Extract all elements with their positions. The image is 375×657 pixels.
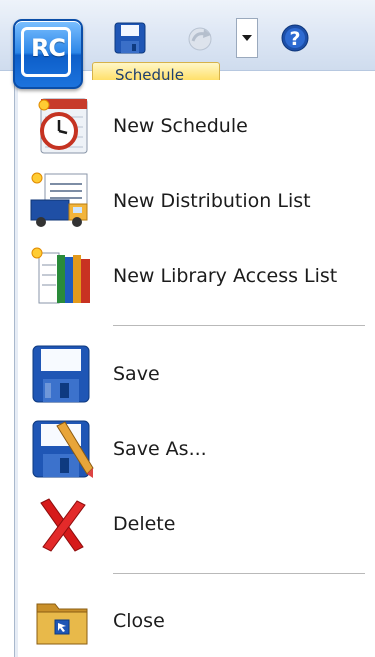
qat-save-icon[interactable] — [113, 22, 147, 54]
menu-item-label: Save As... — [113, 438, 207, 460]
application-button[interactable]: RC — [13, 19, 83, 89]
svg-text:?: ? — [289, 28, 300, 50]
application-menu: New Schedule New Distribution List New L… — [14, 80, 375, 657]
menu-item-label: Delete — [113, 513, 176, 535]
menu-item-label: Close — [113, 610, 165, 632]
tab-schedule[interactable]: Schedule — [92, 62, 220, 80]
menu-item-new-schedule[interactable]: New Schedule — [15, 91, 375, 161]
menu-item-new-distribution-list[interactable]: New Distribution List — [15, 166, 375, 236]
menu-item-close[interactable]: Close — [15, 586, 375, 656]
menu-item-save[interactable]: Save — [15, 339, 375, 409]
save-as-icon — [27, 418, 95, 480]
menu-item-label: New Distribution List — [113, 190, 311, 212]
menu-item-delete[interactable]: Delete — [15, 489, 375, 559]
close-folder-icon — [27, 590, 95, 652]
menu-separator — [113, 325, 365, 326]
save-icon — [27, 343, 95, 405]
menu-item-save-as[interactable]: Save As... — [15, 414, 375, 484]
new-library-access-list-icon — [27, 245, 95, 307]
customize-dropdown-button[interactable] — [236, 18, 258, 58]
tab-schedule-label: Schedule — [115, 66, 184, 80]
new-schedule-icon — [27, 95, 95, 157]
help-icon[interactable]: ? — [280, 22, 310, 54]
menu-item-new-library-access-list[interactable]: New Library Access List — [15, 241, 375, 311]
new-distribution-list-icon — [27, 170, 95, 232]
qat-redo-icon[interactable] — [184, 22, 218, 54]
app-logo-text: RC — [30, 34, 66, 62]
menu-separator — [113, 573, 365, 574]
menu-item-label: New Schedule — [113, 115, 248, 137]
menu-item-label: New Library Access List — [113, 265, 338, 287]
chevron-down-icon — [242, 35, 252, 41]
delete-icon — [27, 493, 95, 555]
menu-item-label: Save — [113, 363, 160, 385]
